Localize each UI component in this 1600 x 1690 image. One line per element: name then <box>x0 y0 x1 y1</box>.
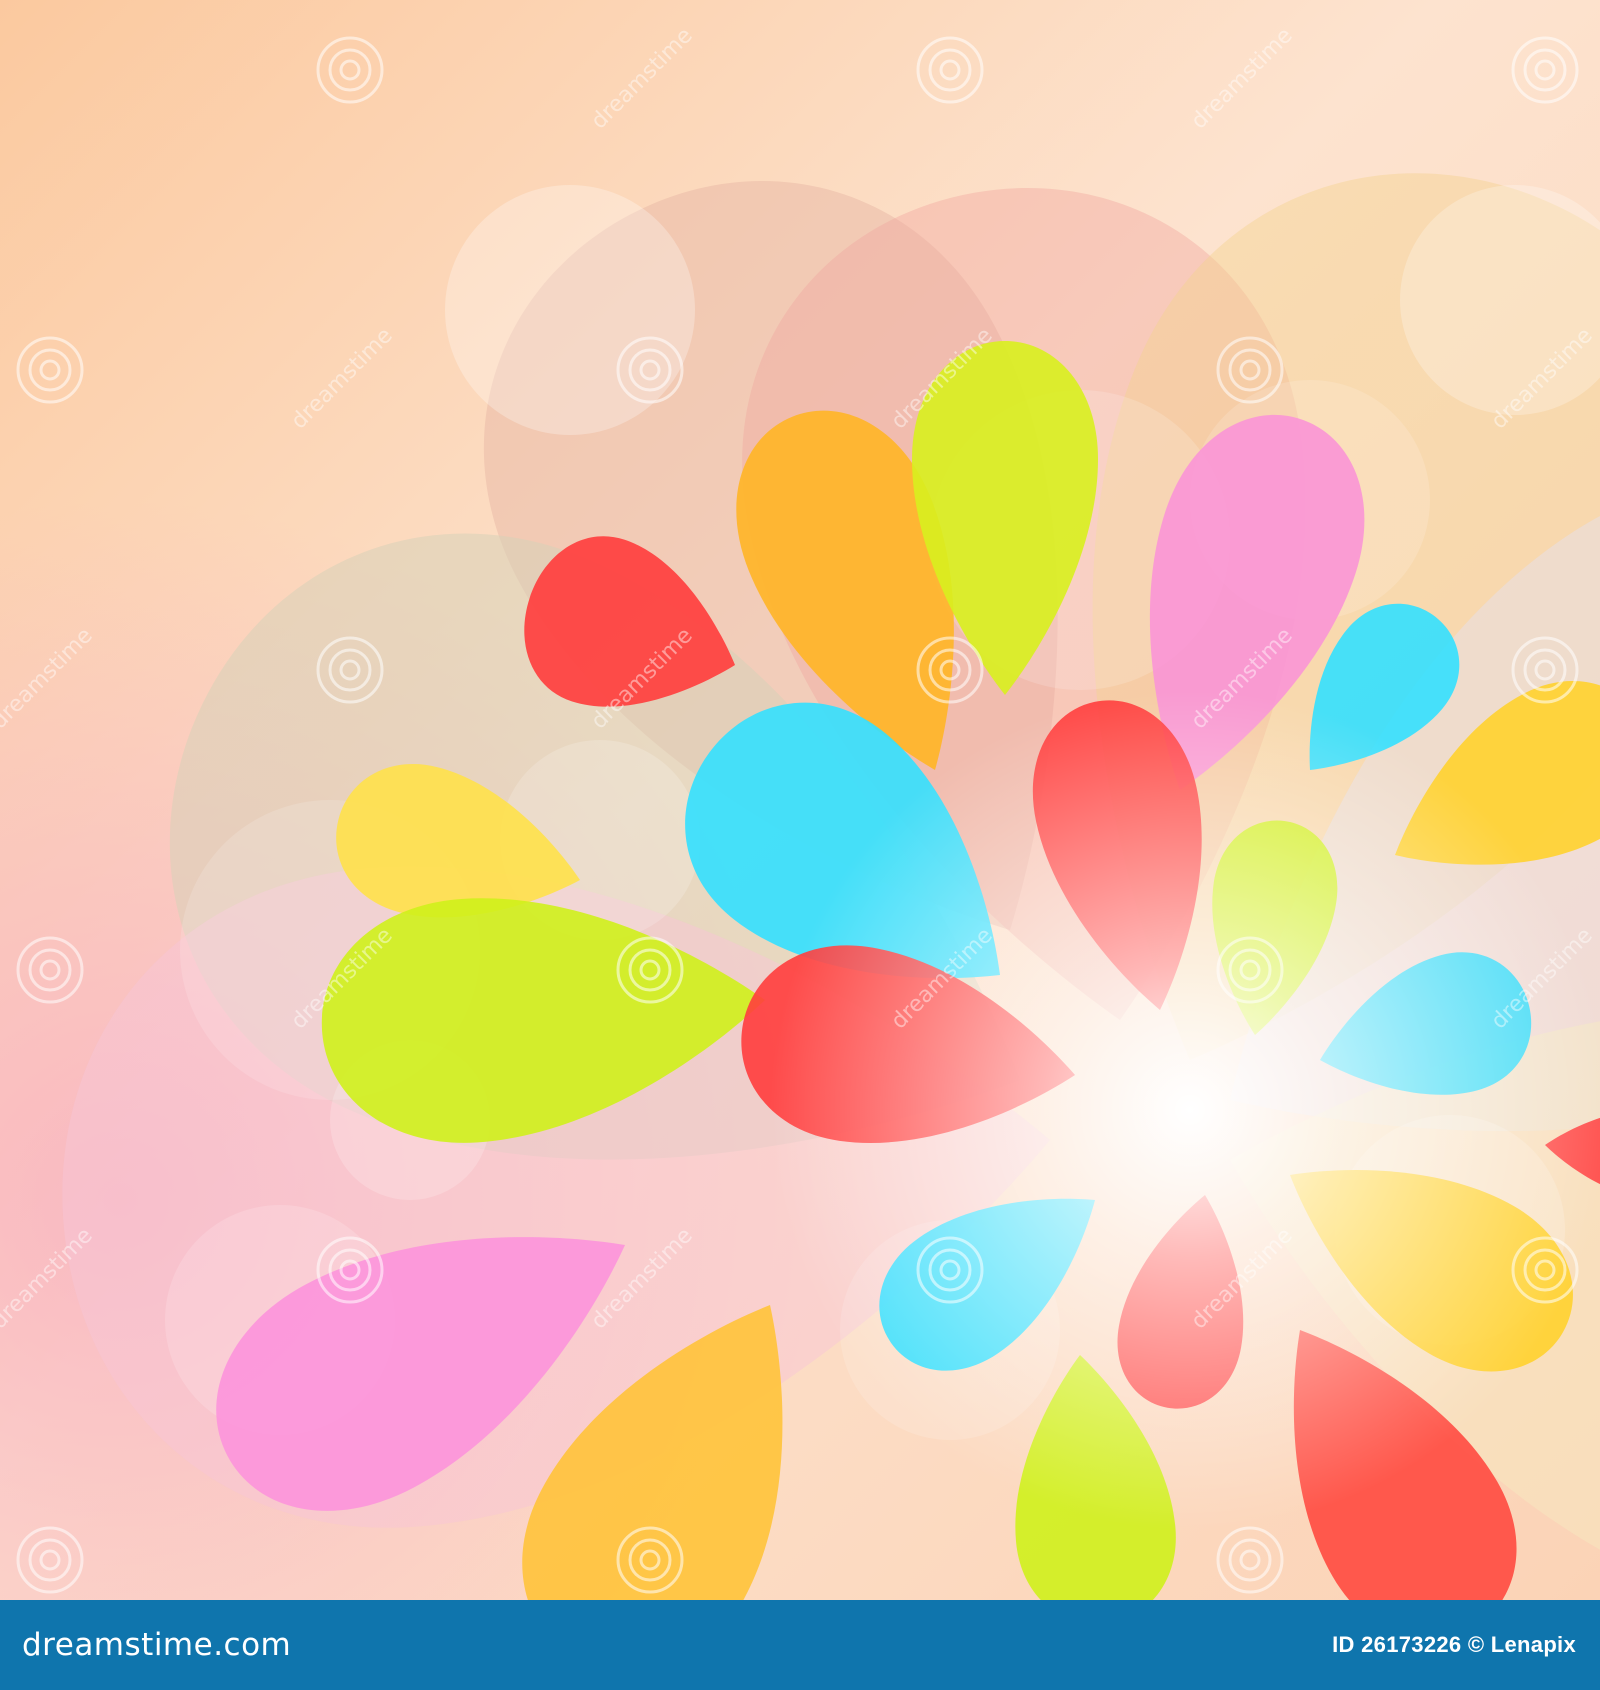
image-id: ID 26173226 <box>1332 1632 1462 1657</box>
footer-bar: dreamstime.com ID 26173226 © Lenapix <box>0 1600 1600 1690</box>
image-credit: ID 26173226 © Lenapix <box>1332 1632 1576 1658</box>
stock-image: dreamstime dreamstime dreamstime dreamst… <box>0 0 1600 1690</box>
brand-logo-text[interactable]: dreamstime.com <box>22 1627 291 1663</box>
author-credit: © Lenapix <box>1467 1632 1576 1657</box>
center-glow <box>770 690 1600 1530</box>
abstract-flower-illustration: dreamstime dreamstime dreamstime dreamst… <box>0 0 1600 1600</box>
